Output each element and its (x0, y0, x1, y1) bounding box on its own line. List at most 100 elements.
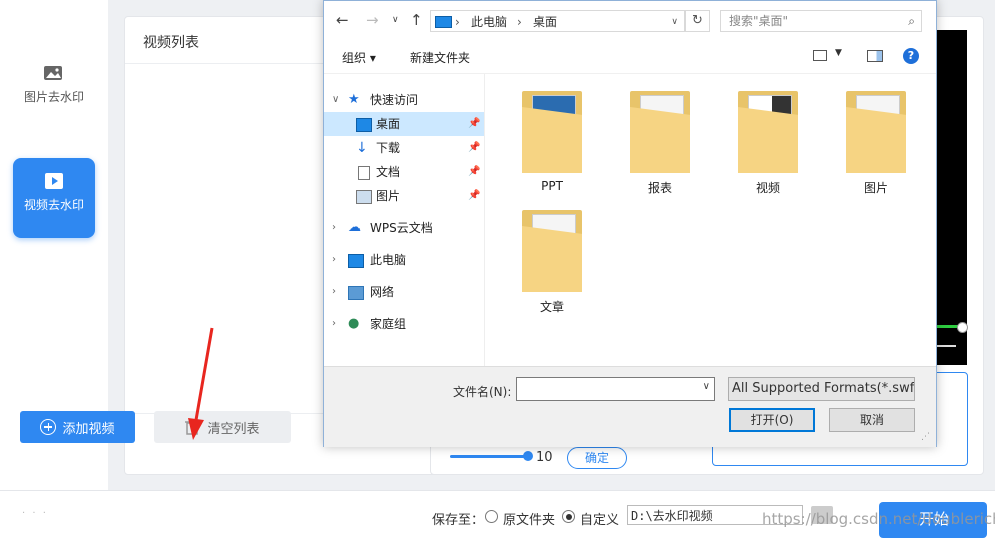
nav-quick-access[interactable]: ∨ ★ 快速访问 (324, 88, 484, 112)
up-arrow-icon[interactable]: ↑ (410, 11, 423, 29)
folder-articles[interactable]: 文章 (507, 210, 597, 315)
nav-item-documents[interactable]: 文档 📌 (324, 160, 484, 184)
help-icon[interactable]: ? (903, 48, 919, 64)
sidebar-item-image-watermark[interactable]: 图片去水印 (13, 50, 95, 130)
address-box[interactable]: › 此电脑 › 桌面 ∨ (430, 10, 685, 32)
folder-ppt[interactable]: PPT (507, 91, 597, 193)
folder-icon (522, 210, 582, 292)
view-options-icon[interactable] (813, 50, 827, 61)
address-bar-row: ← → ∨ ↑ › 此电脑 › 桌面 ∨ ↻ 搜索"桌面" ⌕ (324, 1, 936, 41)
radio-original-label: 原文件夹 (503, 513, 556, 528)
slider-value: 10 (536, 450, 553, 465)
folder-pictures[interactable]: 图片 (831, 91, 921, 196)
video-icon (45, 173, 63, 189)
preview-pane-icon[interactable] (867, 50, 883, 62)
nav-wps-cloud[interactable]: › ☁ WPS云文档 (324, 216, 484, 240)
chevron-right-icon: › (332, 254, 336, 265)
recent-chevron-icon[interactable]: ∨ (392, 15, 399, 25)
pin-icon[interactable]: 📌 (468, 184, 480, 208)
pin-icon[interactable]: 📌 (468, 112, 480, 136)
breadcrumb-root[interactable]: 此电脑 (471, 11, 507, 33)
download-icon: ↓ (356, 140, 368, 156)
nav-label: 网络 (370, 285, 395, 299)
dots-icon: · · · (22, 508, 48, 519)
confirm-button[interactable]: 确定 (567, 447, 627, 469)
radio-original-folder[interactable] (485, 510, 498, 523)
nav-label: 快速访问 (370, 93, 419, 107)
folder-video[interactable]: 视频 (723, 91, 813, 196)
clear-list-button[interactable]: 清空列表 (154, 411, 291, 443)
radio-custom[interactable] (562, 510, 575, 523)
add-video-button[interactable]: 添加视频 (20, 411, 135, 443)
pin-icon[interactable]: 📌 (468, 160, 480, 184)
nav-item-desktop[interactable]: 桌面 📌 (324, 112, 484, 136)
network-icon (348, 286, 364, 300)
nav-this-pc[interactable]: › 此电脑 (324, 248, 484, 272)
plus-circle-icon (40, 419, 57, 435)
navigation-pane: ∨ ★ 快速访问 桌面 📌 ↓ 下载 📌 文档 📌 图片 📌 › ☁ WPS云文… (324, 74, 485, 366)
nav-label: 家庭组 (370, 317, 407, 331)
chevron-down-icon[interactable]: ∨ (671, 11, 678, 33)
pin-icon[interactable]: 📌 (468, 136, 480, 160)
chevron-down-icon[interactable]: ▼ (835, 48, 842, 58)
video-list-title: 视频列表 (143, 35, 199, 51)
nav-label: 图片 (376, 189, 401, 203)
clear-list-label: 清空列表 (207, 421, 260, 437)
nav-item-pictures[interactable]: 图片 📌 (324, 184, 484, 208)
image-icon (44, 66, 62, 80)
chevron-down-icon[interactable]: ∨ (703, 381, 710, 392)
chevron-right-icon: › (332, 286, 336, 297)
folder-label: 报表 (647, 181, 672, 195)
slider-handle[interactable] (523, 451, 533, 461)
cancel-button[interactable]: 取消 (829, 408, 915, 432)
chevron-right-icon: › (332, 318, 336, 329)
folder-icon (846, 91, 906, 173)
save-to-label: 保存至： (432, 513, 485, 528)
star-icon: ★ (348, 92, 360, 107)
folder-icon (738, 91, 798, 173)
folder-reports[interactable]: 报表 (615, 91, 705, 196)
trash-icon (185, 419, 200, 435)
breadcrumb-current[interactable]: 桌面 (533, 11, 557, 33)
nav-item-downloads[interactable]: ↓ 下载 📌 (324, 136, 484, 160)
file-type-select[interactable]: All Supported Formats(*.swf; (728, 377, 915, 401)
new-folder-button[interactable]: 新建文件夹 (410, 49, 470, 66)
breadcrumb-separator-icon: › (455, 15, 460, 29)
slider-track[interactable] (450, 455, 528, 458)
add-video-label: 添加视频 (62, 421, 115, 437)
radio-custom-label: 自定义 (580, 513, 620, 528)
folder-icon (522, 91, 582, 173)
back-arrow-icon[interactable]: ← (336, 11, 349, 29)
nav-label: 下载 (376, 141, 401, 155)
search-icon: ⌕ (908, 14, 915, 28)
nav-label: 文档 (376, 165, 401, 179)
forward-arrow-icon[interactable]: → (366, 11, 379, 29)
document-icon (358, 166, 370, 180)
sidebar-item-label: 图片去水印 (23, 90, 84, 104)
organize-menu[interactable]: 组织 ▾ (342, 49, 376, 66)
filename-input[interactable]: ∨ (516, 377, 715, 401)
chevron-right-icon: › (332, 222, 336, 233)
folder-label: 视频 (755, 181, 780, 195)
search-input[interactable]: 搜索"桌面" ⌕ (720, 10, 922, 32)
search-placeholder: 搜索"桌面" (729, 14, 789, 28)
nav-label: 桌面 (376, 117, 401, 131)
folder-label: 文章 (539, 300, 564, 314)
sidebar-item-video-watermark[interactable]: 视频去水印 (13, 158, 95, 238)
homegroup-icon: ● (348, 316, 360, 331)
computer-icon (348, 254, 364, 268)
refresh-icon[interactable]: ↻ (685, 10, 710, 32)
picture-icon (356, 190, 372, 204)
resize-grip-icon[interactable]: ⋰ (921, 432, 930, 442)
desktop-icon (356, 118, 372, 132)
folder-label: 图片 (863, 181, 888, 195)
folder-label: PPT (541, 179, 563, 193)
computer-icon (435, 16, 452, 28)
open-button[interactable]: 打开(O) (729, 408, 815, 432)
cloud-icon: ☁ (348, 220, 361, 235)
nav-homegroup[interactable]: › ● 家庭组 (324, 312, 484, 336)
nav-network[interactable]: › 网络 (324, 280, 484, 304)
progress-knob[interactable] (957, 322, 968, 333)
chevron-down-icon: ∨ (332, 94, 340, 105)
nav-label: WPS云文档 (370, 221, 433, 235)
